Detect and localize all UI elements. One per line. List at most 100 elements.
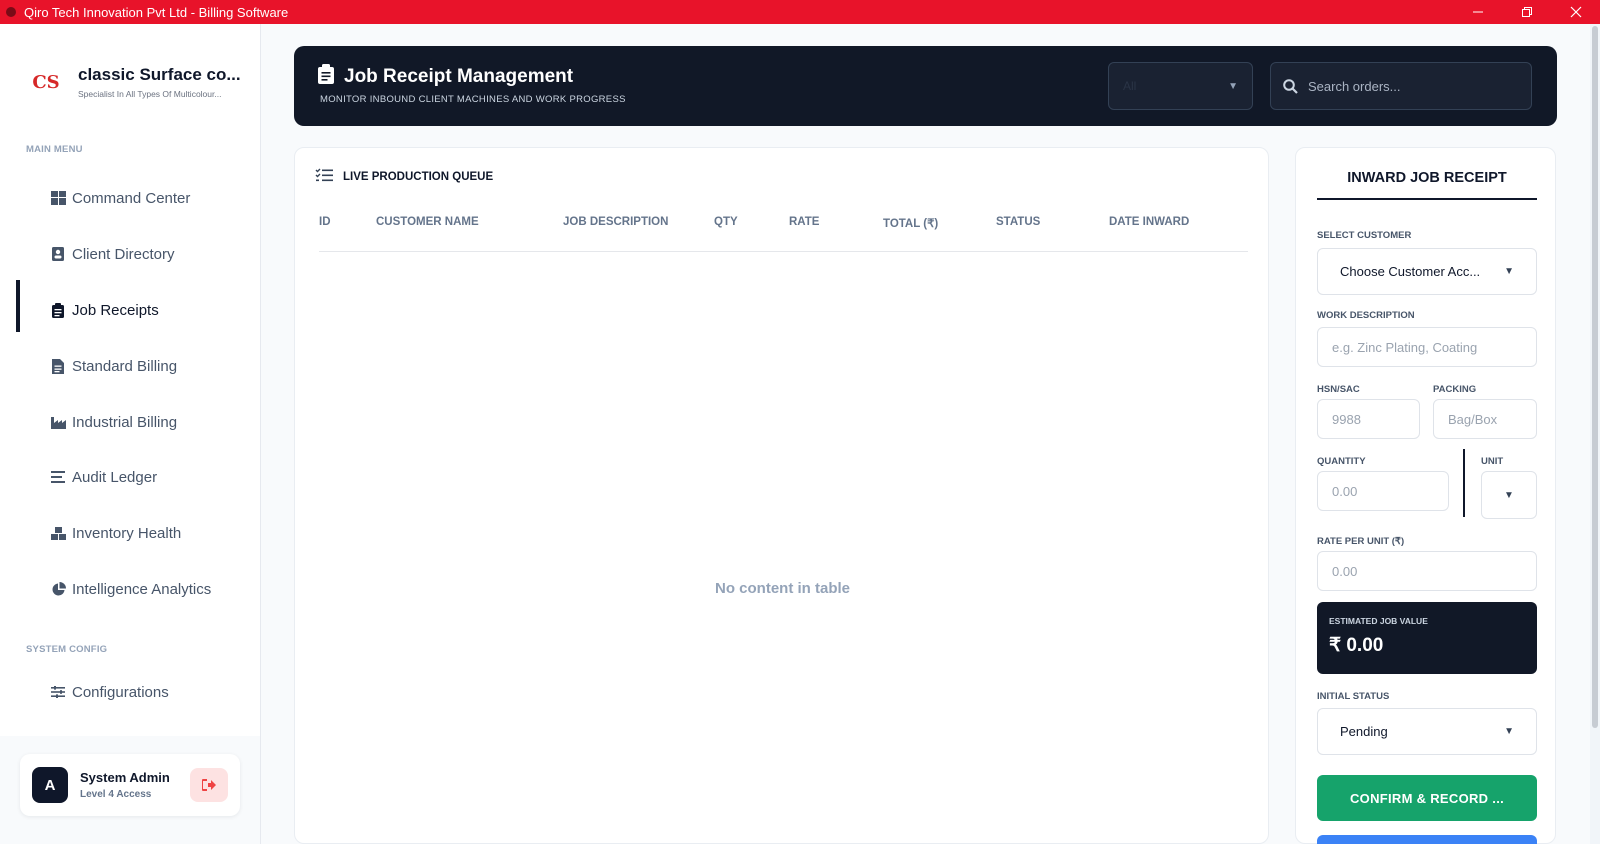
quantity-input[interactable]: 0.00	[1317, 471, 1449, 511]
close-button[interactable]	[1551, 0, 1600, 24]
nav-intelligence-analytics[interactable]: Intelligence Analytics	[50, 574, 211, 604]
customer-label: SELECT CUSTOMER	[1317, 230, 1412, 241]
contact-card-icon	[50, 246, 66, 262]
nav-label: Job Receipts	[72, 301, 159, 319]
column-header-rate[interactable]: RATE	[789, 216, 819, 228]
search-box[interactable]	[1270, 62, 1532, 110]
status-select-value: Pending	[1340, 724, 1388, 739]
chevron-down-icon: ▼	[1228, 80, 1238, 92]
column-header-job-description[interactable]: JOB DESCRIPTION	[563, 216, 668, 228]
company-tagline: Specialist In All Types Of Multicolour..…	[78, 89, 222, 99]
queue-title-wrap: LIVE PRODUCTION QUEUE	[315, 168, 493, 186]
production-queue-panel: LIVE PRODUCTION QUEUE ID CUSTOMER NAME J…	[294, 147, 1269, 844]
active-nav-indicator	[16, 280, 20, 332]
chevron-down-icon: ▼	[1504, 726, 1514, 737]
unit-select[interactable]: ▼	[1481, 471, 1537, 519]
estimate-value: ₹ 0.00	[1329, 635, 1384, 656]
quantity-label: QUANTITY	[1317, 456, 1366, 467]
column-header-customer-name[interactable]: CUSTOMER NAME	[376, 216, 479, 228]
app-icon	[6, 7, 16, 17]
nav-audit-ledger[interactable]: Audit Ledger	[50, 462, 157, 492]
divider	[1463, 449, 1465, 517]
column-header-total[interactable]: TOTAL (₹)	[883, 216, 938, 230]
packing-input[interactable]: Bag/Box	[1433, 399, 1537, 439]
nav-standard-billing[interactable]: Standard Billing	[50, 351, 177, 381]
nav-label: Configurations	[72, 683, 169, 701]
queue-title: LIVE PRODUCTION QUEUE	[343, 171, 494, 183]
customer-select[interactable]: Choose Customer Acc... ▼	[1317, 248, 1537, 295]
minimize-button[interactable]	[1453, 0, 1502, 24]
minimize-icon	[1472, 11, 1483, 13]
nav-command-center[interactable]: Command Center	[50, 183, 190, 213]
window-titlebar: Qiro Tech Innovation Pvt Ltd - Billing S…	[0, 0, 1600, 24]
nav-label: Standard Billing	[72, 357, 178, 375]
search-input[interactable]	[1308, 78, 1508, 94]
column-header-id[interactable]: ID	[319, 216, 331, 228]
initial-status-select[interactable]: Pending ▼	[1317, 708, 1537, 755]
pie-chart-icon	[50, 581, 66, 597]
secondary-action-button[interactable]	[1317, 835, 1537, 844]
nav-label: Industrial Billing	[72, 413, 178, 431]
page-header: Job Receipt Management MONITOR INBOUND C…	[294, 46, 1557, 126]
user-access-level: Level 4 Access	[80, 789, 152, 800]
grid-icon	[50, 190, 66, 206]
nav-client-directory[interactable]: Client Directory	[50, 239, 175, 269]
work-description-label: WORK DESCRIPTION	[1317, 310, 1415, 321]
estimate-label: ESTIMATED JOB VALUE	[1329, 616, 1428, 626]
user-name: System Admin	[80, 770, 170, 785]
customer-select-value: Choose Customer Acc...	[1340, 264, 1481, 279]
hsn-input[interactable]: 9988	[1317, 399, 1420, 439]
close-icon	[1570, 6, 1581, 18]
document-icon	[50, 358, 66, 374]
filter-value: All	[1123, 79, 1137, 93]
rate-input[interactable]: 0.00	[1317, 551, 1537, 591]
column-header-date-inward[interactable]: DATE INWARD	[1109, 216, 1189, 228]
main-menu-label: MAIN MENU	[26, 144, 83, 155]
work-description-input[interactable]: e.g. Zinc Plating, Coating	[1317, 327, 1537, 367]
hsn-label: HSN/SAC	[1317, 384, 1360, 395]
inward-job-form: INWARD JOB RECEIPT SELECT CUSTOMER Choos…	[1295, 147, 1556, 844]
scrollbar-thumb[interactable]	[1592, 26, 1598, 728]
search-icon	[1283, 78, 1298, 94]
chevron-down-icon: ▼	[1504, 266, 1514, 277]
table-header: ID CUSTOMER NAME JOB DESCRIPTION QTY RAT…	[319, 208, 1248, 252]
factory-icon	[50, 414, 66, 430]
nav-label: Command Center	[72, 189, 191, 207]
user-card: A System Admin Level 4 Access	[20, 754, 240, 816]
avatar: A	[32, 767, 68, 803]
brand[interactable]: CS classic Surface co... Specialist In A…	[28, 64, 240, 100]
page-subtitle: MONITOR INBOUND CLIENT MACHINES AND WORK…	[320, 94, 626, 105]
rate-label: RATE PER UNIT (₹)	[1317, 536, 1405, 547]
empty-table-message: No content in table	[715, 580, 850, 597]
nav-industrial-billing[interactable]: Industrial Billing	[50, 407, 177, 437]
packing-label: PACKING	[1433, 384, 1477, 395]
page-title: Job Receipt Management	[344, 66, 574, 87]
nav-job-receipts[interactable]: Job Receipts	[50, 295, 159, 325]
nav-inventory-health[interactable]: Inventory Health	[50, 518, 181, 548]
system-config-label: SYSTEM CONFIG	[26, 644, 108, 655]
clipboard-icon	[318, 64, 334, 90]
boxes-icon	[50, 525, 66, 541]
user-section: A System Admin Level 4 Access	[0, 736, 260, 844]
logout-icon	[202, 779, 216, 791]
window-title: Qiro Tech Innovation Pvt Ltd - Billing S…	[24, 4, 289, 20]
unit-label: UNIT	[1481, 456, 1504, 467]
form-title: INWARD JOB RECEIPT	[1317, 170, 1537, 200]
lines-icon	[50, 469, 66, 485]
nav-label: Client Directory	[72, 245, 175, 263]
nav-label: Audit Ledger	[72, 468, 158, 486]
status-filter-select[interactable]: All ▼	[1108, 62, 1253, 110]
checklist-icon	[315, 168, 333, 186]
column-header-qty[interactable]: QTY	[714, 216, 738, 228]
sliders-icon	[50, 684, 66, 700]
restore-button[interactable]	[1502, 0, 1551, 24]
nav-label: Inventory Health	[72, 524, 182, 542]
nav-configurations[interactable]: Configurations	[50, 677, 169, 707]
page-title-wrap: Job Receipt Management	[318, 64, 573, 90]
logout-button[interactable]	[190, 768, 228, 802]
column-header-status[interactable]: STATUS	[996, 216, 1040, 228]
confirm-record-button[interactable]: CONFIRM & RECORD ...	[1317, 775, 1537, 821]
clipboard-icon	[50, 302, 66, 318]
scrollbar[interactable]	[1590, 24, 1600, 844]
chevron-down-icon: ▼	[1504, 489, 1514, 501]
